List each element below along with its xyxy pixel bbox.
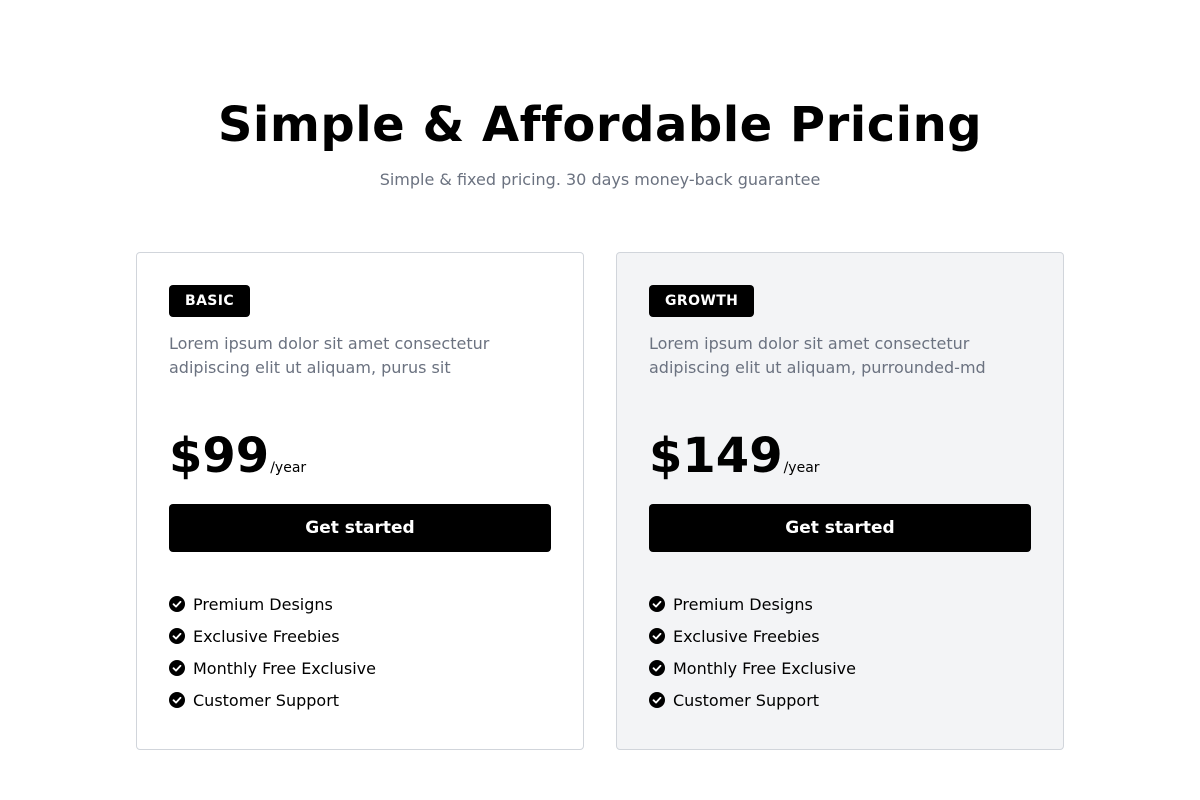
feature-item: Monthly Free Exclusive	[649, 652, 1031, 684]
plan-card-basic: BASIC Lorem ipsum dolor sit amet consect…	[136, 252, 584, 750]
feature-item: Exclusive Freebies	[649, 620, 1031, 652]
feature-list: Premium Designs Exclusive Freebies Month…	[649, 588, 1031, 716]
price-row: $99 /year	[169, 428, 551, 484]
page-title: Simple & Affordable Pricing	[217, 97, 983, 153]
pricing-page: Simple & Affordable Pricing Simple & fix…	[0, 0, 1200, 800]
plans-container: BASIC Lorem ipsum dolor sit amet consect…	[136, 252, 1064, 750]
plan-card-growth: GROWTH Lorem ipsum dolor sit amet consec…	[616, 252, 1064, 750]
check-circle-icon	[169, 660, 185, 676]
feature-item: Premium Designs	[169, 588, 551, 620]
check-circle-icon	[649, 596, 665, 612]
page-subtitle: Simple & fixed pricing. 30 days money-ba…	[379, 170, 821, 189]
feature-item: Customer Support	[169, 684, 551, 716]
feature-item: Customer Support	[649, 684, 1031, 716]
get-started-button[interactable]: Get started	[169, 504, 551, 552]
feature-label: Customer Support	[673, 690, 820, 710]
plan-description: Lorem ipsum dolor sit amet consectetur a…	[649, 334, 986, 377]
feature-item: Premium Designs	[649, 588, 1031, 620]
check-circle-icon	[169, 596, 185, 612]
feature-label: Premium Designs	[673, 594, 813, 614]
check-circle-icon	[169, 692, 185, 708]
feature-label: Premium Designs	[193, 594, 333, 614]
check-circle-icon	[649, 660, 665, 676]
feature-label: Monthly Free Exclusive	[193, 658, 376, 678]
get-started-button[interactable]: Get started	[649, 504, 1031, 552]
pricing-header: Simple & Affordable Pricing Simple & fix…	[0, 96, 1200, 190]
plan-badge: GROWTH	[649, 285, 755, 317]
feature-label: Monthly Free Exclusive	[673, 658, 856, 678]
check-circle-icon	[649, 692, 665, 708]
plan-price: $149	[649, 428, 783, 484]
feature-list: Premium Designs Exclusive Freebies Month…	[169, 588, 551, 716]
plan-description: Lorem ipsum dolor sit amet consectetur a…	[169, 334, 490, 377]
feature-label: Exclusive Freebies	[193, 626, 340, 646]
plan-period: /year	[783, 460, 820, 476]
check-circle-icon	[169, 628, 185, 644]
feature-item: Exclusive Freebies	[169, 620, 551, 652]
check-circle-icon	[649, 628, 665, 644]
plan-price: $99	[169, 428, 270, 484]
feature-item: Monthly Free Exclusive	[169, 652, 551, 684]
price-row: $149 /year	[649, 428, 1031, 484]
plan-badge: BASIC	[169, 285, 251, 317]
feature-label: Exclusive Freebies	[673, 626, 820, 646]
feature-label: Customer Support	[193, 690, 340, 710]
plan-period: /year	[270, 460, 307, 476]
